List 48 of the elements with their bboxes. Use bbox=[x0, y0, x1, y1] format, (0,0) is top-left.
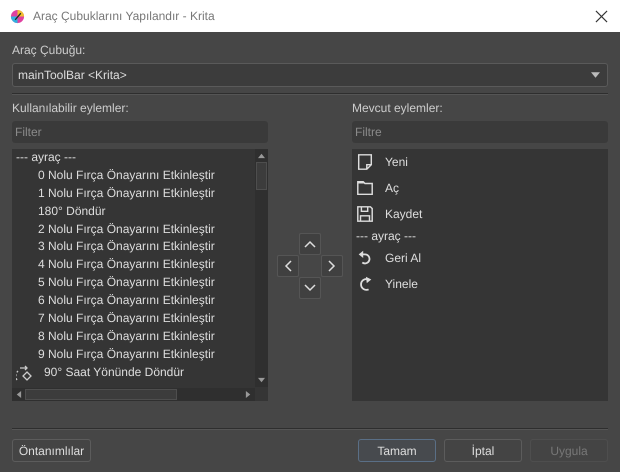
chevron-up-icon bbox=[304, 240, 316, 248]
move-up-button[interactable] bbox=[299, 232, 321, 254]
app-logo-icon bbox=[10, 8, 25, 24]
chevron-right-icon bbox=[328, 260, 336, 272]
add-button[interactable] bbox=[321, 254, 343, 276]
scrollbar-thumb[interactable] bbox=[256, 162, 267, 190]
defaults-button[interactable]: Öntanımlılar bbox=[12, 439, 91, 462]
caret-icon bbox=[591, 72, 600, 78]
action-item[interactable]: 8 Nolu Fırça Önayarını Etkinleştir bbox=[16, 328, 250, 346]
filter-field[interactable]: Filter bbox=[12, 121, 268, 143]
chevron-down-icon bbox=[304, 284, 316, 291]
folder-icon bbox=[356, 179, 374, 197]
rotate-icon bbox=[16, 365, 32, 382]
remove-button[interactable] bbox=[277, 254, 299, 276]
action-item[interactable]: 5 Nolu Fırça Önayarını Etkinleştir bbox=[16, 274, 250, 292]
action-item[interactable]: Yinele bbox=[385, 275, 418, 293]
chevron-left-icon bbox=[284, 260, 292, 272]
action-item[interactable]: 3 Nolu Fırça Önayarını Etkinleştir bbox=[16, 238, 250, 256]
move-down-button[interactable] bbox=[299, 276, 321, 298]
action-item[interactable]: 7 Nolu Fırça Önayarını Etkinleştir bbox=[16, 310, 250, 328]
action-item[interactable]: Yeni bbox=[385, 153, 408, 171]
horizontal-scrollbar[interactable] bbox=[12, 388, 255, 401]
vertical-scrollbar[interactable] bbox=[255, 149, 268, 387]
dialog-button[interactable]: Tamam bbox=[358, 439, 436, 462]
action-item[interactable]: 9 Nolu Fırça Önayarını Etkinleştir bbox=[16, 346, 250, 364]
action-item[interactable]: 90° Saat Yönünde Döndür bbox=[44, 364, 184, 382]
list-label: Mevcut eylemler: bbox=[352, 101, 444, 115]
document-icon bbox=[356, 153, 374, 171]
action-item[interactable]: 180° Döndür bbox=[16, 202, 250, 221]
action-item[interactable]: 1 Nolu Fırça Önayarını Etkinleştir bbox=[16, 184, 250, 203]
separator-item[interactable]: --- ayraç --- bbox=[356, 227, 604, 245]
action-item[interactable]: 4 Nolu Fırça Önayarını Etkinleştir bbox=[16, 256, 250, 274]
action-item[interactable]: 2 Nolu Fırça Önayarını Etkinleştir bbox=[16, 220, 250, 238]
action-item[interactable]: Kaydet bbox=[385, 205, 422, 223]
scrollbar-thumb[interactable] bbox=[25, 389, 177, 400]
list-label: Kullanılabilir eylemler: bbox=[12, 101, 130, 115]
window-title: Araç Çubuklarını Yapılandır - Krita bbox=[33, 9, 216, 23]
action-item[interactable]: Geri Al bbox=[385, 249, 422, 267]
close-icon[interactable] bbox=[595, 10, 608, 22]
filter-field[interactable]: Filtre bbox=[352, 121, 608, 143]
action-item[interactable]: 0 Nolu Fırça Önayarını Etkinleştir bbox=[16, 166, 250, 185]
action-item[interactable]: 6 Nolu Fırça Önayarını Etkinleştir bbox=[16, 292, 250, 310]
dialog-button[interactable]: İptal bbox=[444, 439, 522, 462]
toolbar-dropdown[interactable]: mainToolBar <Krita> bbox=[12, 63, 608, 87]
floppy-icon bbox=[356, 205, 374, 223]
toolbar-label: Araç Çubuğu: bbox=[12, 43, 86, 57]
separator-item[interactable]: --- ayraç --- bbox=[16, 149, 250, 167]
action-item[interactable]: Aç bbox=[385, 179, 400, 197]
